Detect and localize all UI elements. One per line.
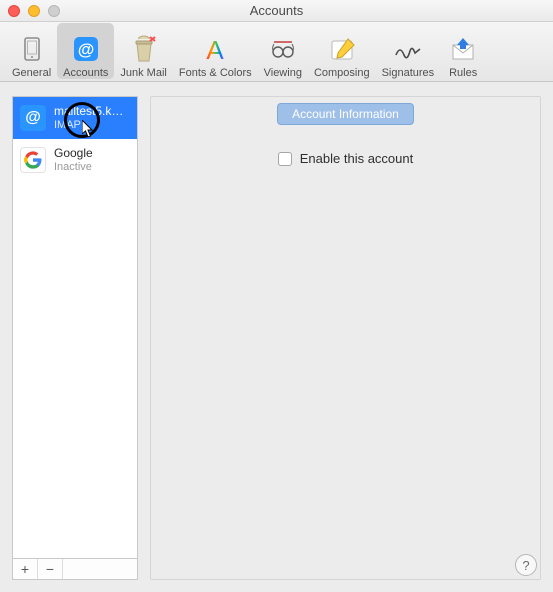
tab-account-information[interactable]: Account Information (277, 103, 414, 125)
google-icon (20, 147, 46, 173)
enable-account-checkbox[interactable] (278, 152, 292, 166)
toolbar-label: Composing (314, 67, 370, 79)
toolbar-accounts[interactable]: @ Accounts (57, 23, 114, 79)
font-icon: A (198, 35, 232, 65)
toolbar-label: Rules (449, 67, 477, 79)
at-icon: @ (20, 105, 46, 131)
toolbar-composing[interactable]: Composing (308, 23, 376, 79)
account-subtitle: IMAP (54, 119, 123, 132)
toolbar-label: Signatures (382, 67, 435, 79)
add-account-button[interactable]: + (13, 559, 38, 579)
glasses-icon (266, 35, 300, 65)
toolbar-label: General (12, 67, 51, 79)
account-subtitle: Inactive (54, 161, 93, 174)
compose-icon (325, 35, 359, 65)
account-detail-pane: Account Information Enable this account (150, 96, 541, 580)
toolbar-label: Accounts (63, 67, 108, 79)
toolbar-label: Fonts & Colors (179, 67, 252, 79)
account-name: mailtest5.k… (54, 105, 123, 119)
help-button[interactable]: ? (515, 554, 537, 576)
trash-icon (127, 35, 161, 65)
enable-account-row: Enable this account (278, 151, 413, 166)
toolbar-general[interactable]: General (6, 23, 57, 79)
svg-text:@: @ (77, 40, 94, 59)
signature-icon (391, 35, 425, 65)
body: @ mailtest5.k… IMAP Google Inactive + − (0, 82, 553, 592)
remove-account-button[interactable]: − (38, 559, 63, 579)
toolbar-fonts-colors[interactable]: A Fonts & Colors (173, 23, 258, 79)
general-icon (15, 35, 49, 65)
accounts-list: @ mailtest5.k… IMAP Google Inactive (12, 96, 138, 558)
accounts-sidebar: @ mailtest5.k… IMAP Google Inactive + − (12, 96, 138, 580)
toolbar-label: Junk Mail (120, 67, 166, 79)
account-name: Google (54, 147, 93, 161)
window-title: Accounts (0, 3, 553, 18)
account-row[interactable]: @ mailtest5.k… IMAP (13, 97, 137, 139)
sidebar-buttons: + − (12, 558, 138, 580)
toolbar-viewing[interactable]: Viewing (258, 23, 308, 79)
toolbar-signatures[interactable]: Signatures (376, 23, 441, 79)
toolbar-junk-mail[interactable]: Junk Mail (114, 23, 172, 79)
enable-account-label: Enable this account (300, 151, 413, 166)
toolbar-rules[interactable]: Rules (440, 23, 486, 79)
toolbar-label: Viewing (264, 67, 302, 79)
svg-text:A: A (207, 35, 225, 65)
at-icon: @ (69, 35, 103, 65)
titlebar: Accounts (0, 0, 553, 22)
sidebar-spacer (63, 559, 137, 579)
account-row[interactable]: Google Inactive (13, 139, 137, 181)
preferences-toolbar: General @ Accounts Junk Mail A Fonts & C… (0, 22, 553, 82)
rules-icon (446, 35, 480, 65)
